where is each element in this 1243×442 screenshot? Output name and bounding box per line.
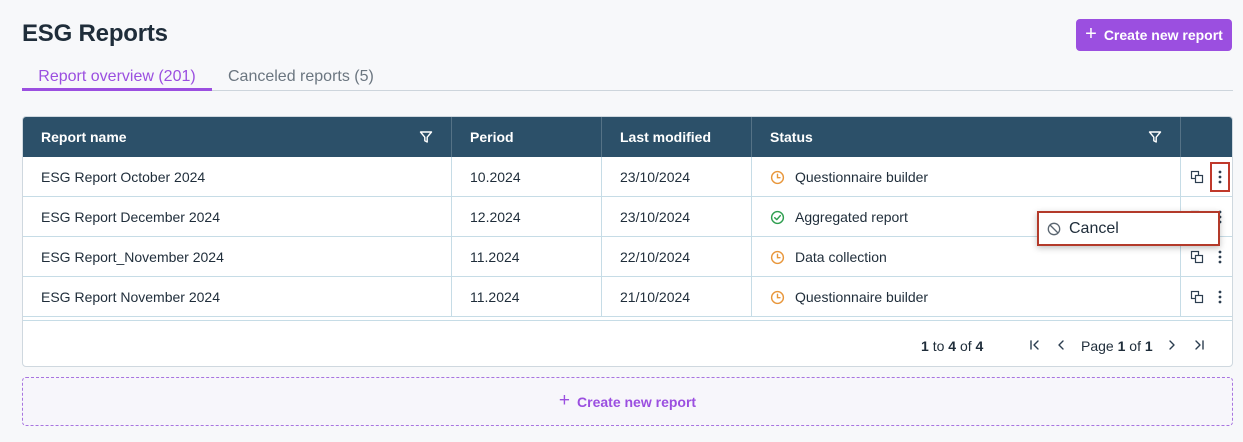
table-row[interactable]: ESG Report October 2024 10.2024 23/10/20… [23,157,1232,197]
column-header-actions [1181,117,1232,157]
column-label: Last modified [620,129,712,145]
more-vertical-icon [1218,290,1222,304]
copy-icon[interactable] [1190,290,1204,304]
more-options-button[interactable] [1210,162,1230,192]
last-page-icon[interactable] [1192,338,1208,352]
last-modified-cell: 23/10/2024 [602,197,752,237]
create-report-label: Create new report [577,393,697,410]
create-report-dropzone-button[interactable]: + Create new report [22,377,1233,426]
period-cell: 11.2024 [452,237,602,277]
status-label: Data collection [795,249,887,265]
tab-canceled-reports[interactable]: Canceled reports (5) [228,68,374,86]
row-range-end: 4 [948,338,957,354]
column-header-last-modified[interactable]: Last modified [602,117,752,157]
current-page: 1 [1117,338,1126,354]
period-cell: 12.2024 [452,197,602,237]
page-indicator: Page 1 of 1 [1081,338,1153,354]
more-options-button[interactable] [1210,282,1230,312]
first-page-icon[interactable] [1026,338,1042,352]
column-header-status[interactable]: Status [752,117,1181,157]
table-row[interactable]: ESG Report November 2024 11.2024 21/10/2… [23,277,1232,317]
period-cell: 10.2024 [452,157,602,197]
column-label: Status [770,129,813,145]
page-of-label: of [1129,338,1141,354]
page-label: Page [1081,338,1114,354]
row-range-to: to [932,338,945,354]
check-circle-icon [770,210,785,224]
status-label: Questionnaire builder [795,289,929,305]
row-range-of: of [959,338,972,354]
last-modified-cell: 23/10/2024 [602,157,752,197]
total-pages: 1 [1144,338,1153,354]
cancel-label: Cancel [1069,219,1119,237]
table-footer: 1 to 4 of 4 Page 1 of 1 [23,320,1232,366]
more-options-button[interactable] [1210,242,1230,272]
create-report-button[interactable]: + Create new report [1076,19,1232,51]
period-cell: 11.2024 [452,277,602,317]
page-title: ESG Reports [22,20,168,47]
clock-icon [770,170,785,184]
status-label: Aggregated report [795,209,908,225]
row-count: 1 to 4 of 4 [921,338,983,354]
report-name-cell: ESG Report_November 2024 [23,237,452,277]
more-vertical-icon [1218,170,1222,184]
report-name-cell: ESG Report November 2024 [23,277,452,317]
row-actions [1181,277,1232,317]
last-modified-cell: 21/10/2024 [602,277,752,317]
plus-icon: + [1085,23,1097,45]
tab-report-overview[interactable]: Report overview (201) [22,68,212,91]
column-label: Report name [41,129,127,145]
more-vertical-icon [1218,250,1222,264]
report-name-cell: ESG Report December 2024 [23,197,452,237]
status-cell: Questionnaire builder [752,157,1181,197]
clock-icon [770,250,785,264]
filter-icon[interactable] [419,130,433,144]
copy-icon[interactable] [1190,250,1204,264]
row-actions [1181,157,1232,197]
table-header: Report name Period Last modified Status [23,117,1232,157]
column-header-report-name[interactable]: Report name [23,117,452,157]
copy-icon[interactable] [1190,170,1204,184]
plus-icon: + [558,389,571,411]
previous-page-icon[interactable] [1053,338,1069,352]
status-label: Questionnaire builder [795,169,929,185]
ban-icon [1047,222,1061,235]
create-report-label: Create new report [1103,27,1223,43]
next-page-icon[interactable] [1164,338,1180,352]
clock-icon [770,290,785,304]
context-menu-cancel[interactable]: Cancel [1037,211,1220,246]
status-cell: Questionnaire builder [752,277,1181,317]
last-modified-cell: 22/10/2024 [602,237,752,277]
tab-bar: Report overview (201) Canceled reports (… [22,64,1233,91]
column-header-period[interactable]: Period [452,117,602,157]
row-total: 4 [975,338,984,354]
report-name-cell: ESG Report October 2024 [23,157,452,197]
filter-icon[interactable] [1148,130,1162,144]
row-range-start: 1 [921,338,929,354]
column-label: Period [470,129,514,145]
